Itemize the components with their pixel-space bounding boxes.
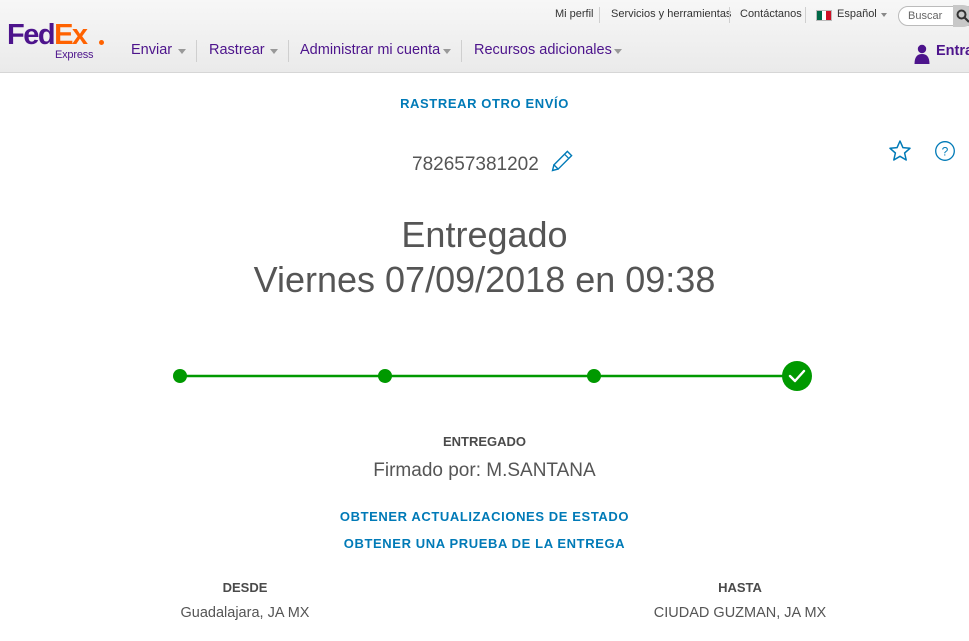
language-selector[interactable]: Español [837, 8, 877, 20]
proof-of-delivery-container: OBTENER UNA PRUEBA DE LA ENTREGA [0, 535, 969, 553]
nav-ship[interactable]: Enviar [131, 42, 172, 58]
mexico-flag-icon [816, 10, 832, 21]
help-icon[interactable]: ? [934, 140, 956, 162]
chevron-down-icon [270, 49, 278, 54]
svg-text:?: ? [942, 145, 949, 159]
logo-dot [99, 40, 104, 45]
status-label-container: ENTREGADO [0, 433, 969, 451]
search-icon [956, 9, 969, 23]
nav-resources[interactable]: Recursos adicionales [474, 42, 612, 58]
logo-subtitle: Express [55, 49, 94, 61]
chevron-down-icon [614, 49, 622, 54]
delivery-status-title: Entregado [401, 214, 568, 255]
divider [461, 40, 462, 62]
origin-label-container: DESDE [95, 579, 395, 597]
delivery-datetime: Viernes 07/09/2018 en 09:38 [253, 259, 716, 300]
divider [196, 40, 197, 62]
fedex-logo[interactable]: FedEx Express [7, 18, 107, 62]
track-another-link[interactable]: RASTREAR OTRO ENVÍO [400, 96, 569, 111]
destination-label: HASTA [718, 580, 762, 595]
destination-location: CIUDAD GUZMAN, JA MX [653, 605, 827, 621]
track-another-container: RASTREAR OTRO ENVÍO [0, 95, 969, 113]
signed-by: Firmado por: M.SANTANA [373, 460, 596, 481]
edit-pencil-icon[interactable] [548, 149, 574, 175]
status-label: ENTREGADO [442, 434, 527, 449]
favorite-star-icon[interactable] [888, 139, 912, 163]
get-updates-container: OBTENER ACTUALIZACIONES DE ESTADO [0, 508, 969, 526]
origin-label: DESDE [222, 580, 268, 595]
progress-step-picked-up [173, 369, 187, 383]
logo-wordmark: FedEx [7, 19, 88, 51]
nav-track[interactable]: Rastrear [209, 42, 265, 58]
nav-manage-account[interactable]: Administrar mi cuenta [300, 42, 440, 58]
chevron-down-icon [881, 13, 887, 17]
login-link[interactable]: Entra [936, 43, 969, 59]
origin-location: Guadalajara, JA MX [180, 605, 310, 621]
divider [805, 7, 806, 23]
divider [729, 7, 730, 23]
progress-step-delivered [782, 361, 812, 391]
chevron-down-icon [443, 49, 451, 54]
link-services-tools[interactable]: Servicios y herramientas [611, 8, 731, 20]
divider [599, 7, 600, 23]
tracking-number: 782657381202 [412, 154, 539, 175]
divider [288, 40, 289, 62]
get-status-updates-link[interactable]: OBTENER ACTUALIZACIONES DE ESTADO [340, 509, 629, 524]
link-my-profile[interactable]: Mi perfil [555, 8, 594, 20]
link-contact[interactable]: Contáctanos [740, 8, 802, 20]
user-icon [914, 44, 930, 64]
destination-label-container: HASTA [590, 579, 890, 597]
chevron-down-icon [178, 49, 186, 54]
site-header: FedEx Express Mi perfil Servicios y herr… [0, 0, 969, 73]
search-button[interactable] [953, 5, 969, 27]
progress-step-in-transit [378, 369, 392, 383]
shipment-progress-bar [173, 361, 812, 391]
progress-step-out-for-delivery [587, 369, 601, 383]
proof-of-delivery-link[interactable]: OBTENER UNA PRUEBA DE LA ENTREGA [344, 536, 625, 551]
